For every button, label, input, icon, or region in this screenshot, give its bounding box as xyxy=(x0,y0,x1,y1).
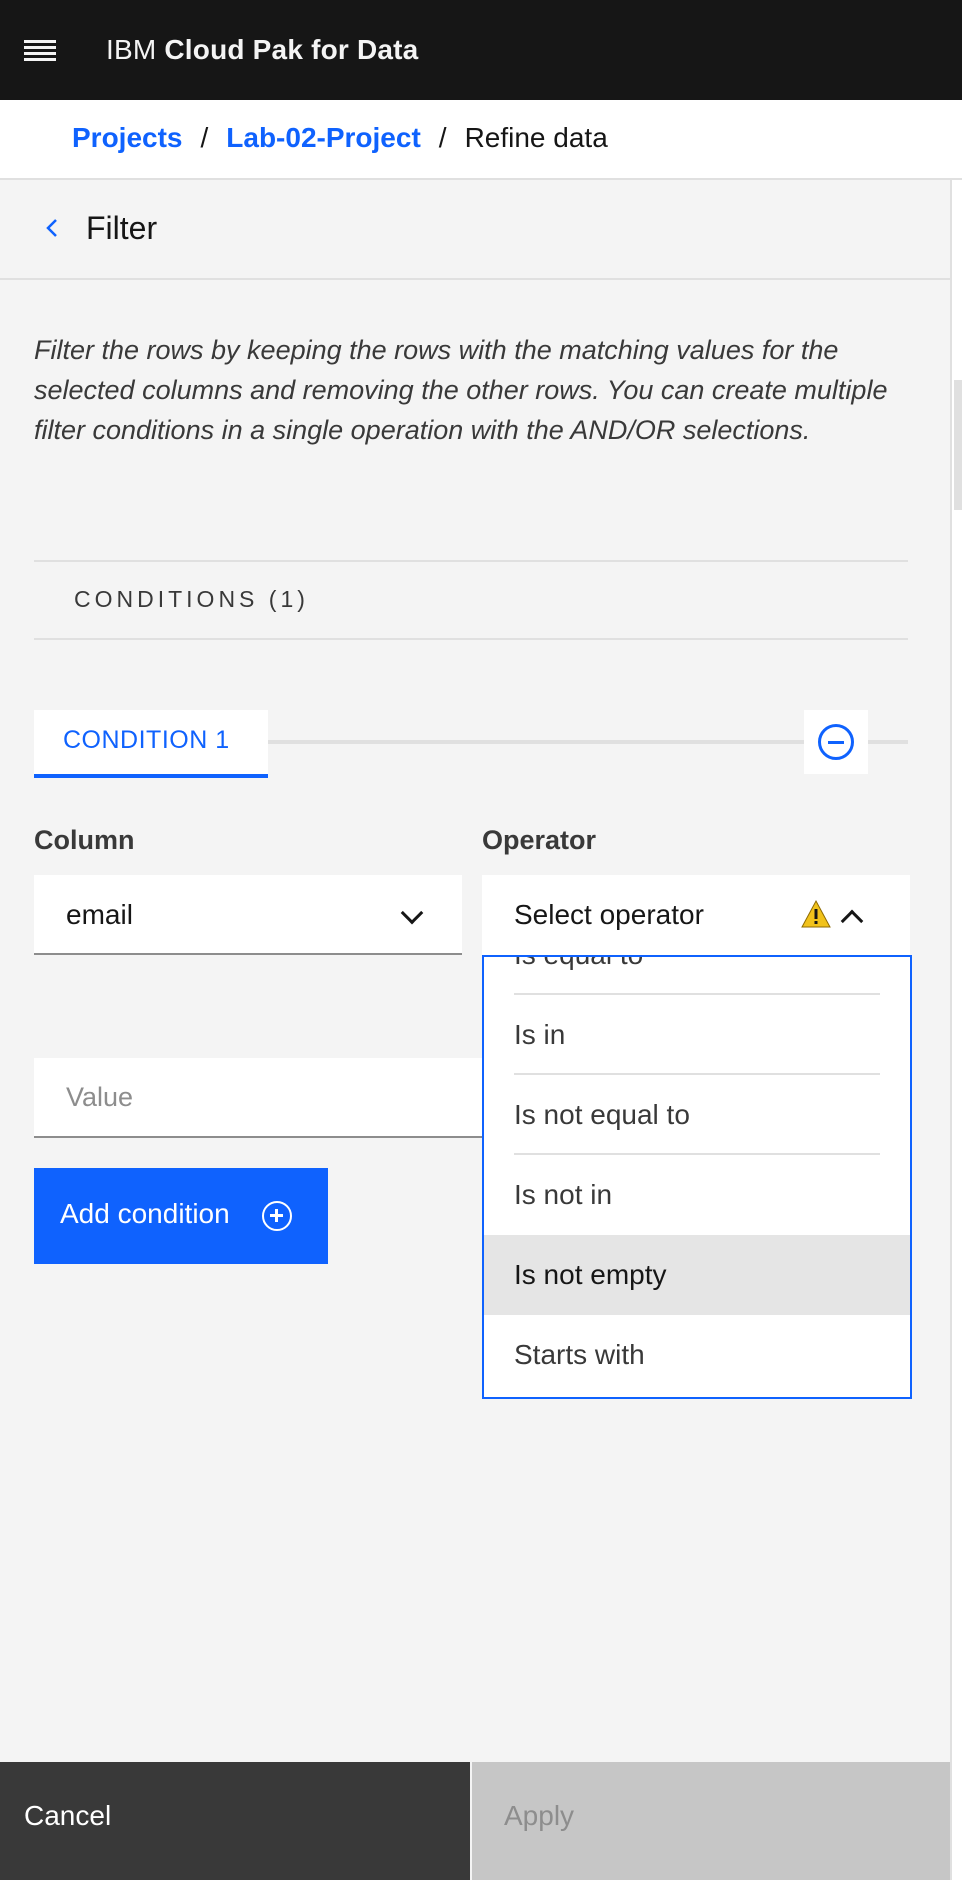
dropdown-option-highlighted[interactable]: Is not empty xyxy=(484,1235,910,1315)
breadcrumb-separator: / xyxy=(200,122,209,153)
column-select-value: email xyxy=(66,899,133,930)
panel-title: Filter xyxy=(86,210,158,246)
operator-label: Operator xyxy=(482,825,597,855)
tab-label: CONDITION 1 xyxy=(63,726,230,754)
dropdown-option[interactable]: Is equal to xyxy=(484,957,910,995)
hamburger-menu-icon[interactable] xyxy=(24,40,56,62)
conditions-header: CONDITIONS (1) xyxy=(74,586,309,612)
option-label: Is not empty xyxy=(514,1259,667,1290)
background-page-edge xyxy=(950,180,962,1890)
subtract-circle-icon xyxy=(818,724,854,760)
add-condition-button[interactable]: Add condition xyxy=(34,1168,328,1264)
value-field[interactable] xyxy=(34,1058,494,1138)
panel-footer: Cancel Apply xyxy=(0,1762,950,1880)
page-bottom-edge xyxy=(0,1880,962,1890)
remove-condition-button[interactable] xyxy=(804,710,868,774)
filter-description: Filter the rows by keeping the rows with… xyxy=(34,335,888,445)
warning-icon xyxy=(801,899,831,928)
add-circle-icon xyxy=(262,1201,292,1231)
option-label: Is not equal to xyxy=(514,1099,690,1130)
breadcrumb-current: Refine data xyxy=(464,122,608,153)
option-label: Starts with xyxy=(514,1339,645,1370)
dropdown-option[interactable]: Starts with xyxy=(484,1315,910,1395)
conditions-accordion[interactable]: CONDITIONS (1) xyxy=(34,560,908,640)
brand-name: Cloud Pak for Data xyxy=(164,34,419,65)
product-name: IBM Cloud Pak for Data xyxy=(106,34,418,66)
breadcrumb-separator: / xyxy=(438,122,447,153)
panel-header: Filter xyxy=(0,180,950,280)
dropdown-option[interactable]: Is in xyxy=(484,995,910,1075)
operator-dropdown-menu[interactable]: Is equal to Is in Is not equal to Is not… xyxy=(482,955,912,1399)
cancel-label: Cancel xyxy=(24,1800,112,1831)
column-select[interactable]: email xyxy=(34,875,462,955)
column-label: Column xyxy=(34,825,135,855)
brand-prefix: IBM xyxy=(106,34,157,65)
filter-panel: Filter Filter the rows by keeping the ro… xyxy=(0,180,950,1890)
operator-select-placeholder: Select operator xyxy=(514,899,704,930)
cancel-button[interactable]: Cancel xyxy=(0,1762,470,1880)
scrollbar-thumb[interactable] xyxy=(954,380,962,510)
chevron-down-icon xyxy=(400,901,424,925)
operator-select[interactable]: Select operator xyxy=(482,875,910,955)
top-header: IBM Cloud Pak for Data xyxy=(0,0,962,100)
value-input[interactable] xyxy=(34,1058,494,1136)
chevron-up-icon xyxy=(840,909,864,933)
apply-button[interactable]: Apply xyxy=(472,1762,950,1880)
breadcrumb-project-link[interactable]: Lab-02-Project xyxy=(226,122,421,154)
chevron-left-icon[interactable] xyxy=(38,212,64,244)
breadcrumb: Projects / Lab-02-Project / Refine data xyxy=(0,100,962,180)
dropdown-option[interactable]: Is not in xyxy=(484,1155,910,1235)
dropdown-option[interactable]: Is not equal to xyxy=(484,1075,910,1155)
option-label: Is in xyxy=(514,1019,566,1050)
tab-condition-1[interactable]: CONDITION 1 xyxy=(34,710,268,778)
apply-label: Apply xyxy=(504,1800,575,1831)
option-label: Is equal to xyxy=(514,957,643,971)
breadcrumb-projects-link[interactable]: Projects xyxy=(72,122,183,154)
add-condition-label: Add condition xyxy=(60,1198,230,1229)
option-label: Is not in xyxy=(514,1179,613,1210)
